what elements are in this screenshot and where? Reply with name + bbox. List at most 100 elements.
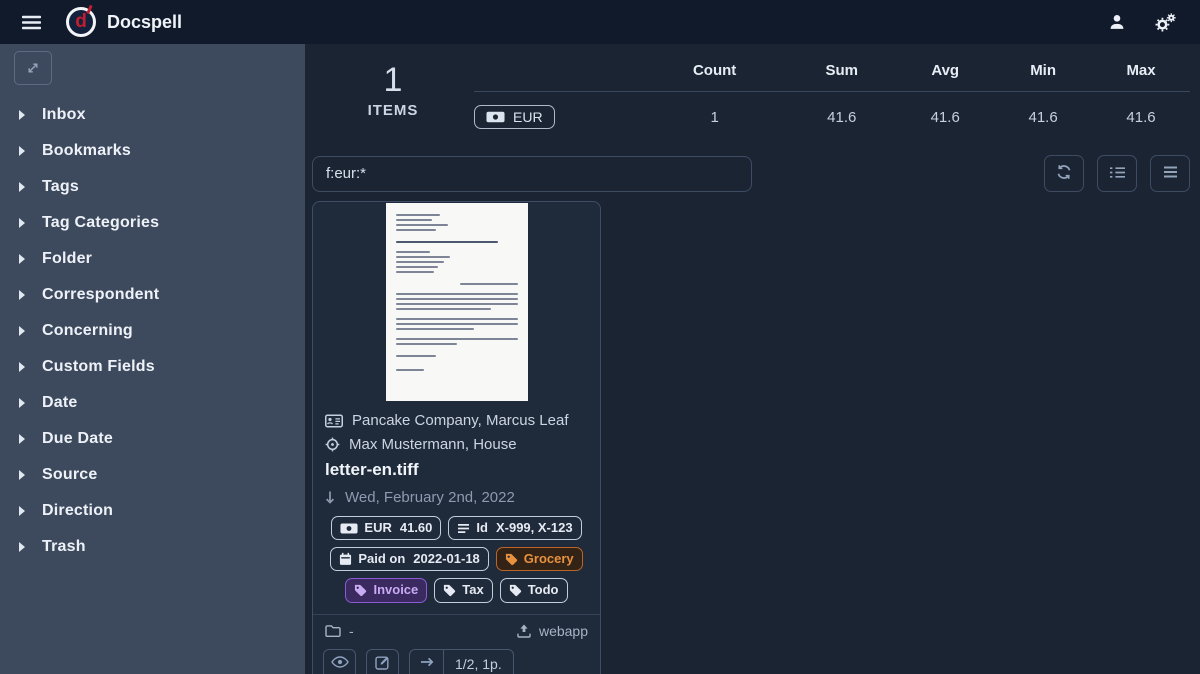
tag-badge-todo[interactable]: Todo xyxy=(500,578,568,602)
expand-sidebar-button[interactable] xyxy=(14,51,52,85)
items-count-number: 1 xyxy=(312,62,474,99)
stats-value-row: EUR 141.641.641.641.6 xyxy=(474,92,1190,143)
amount-badge[interactable]: EUR 41.60 xyxy=(331,516,441,540)
stats-header-min: Min xyxy=(994,54,1092,92)
source-value: webapp xyxy=(539,623,588,639)
tag-icon xyxy=(443,584,456,597)
sidebar-item-bookmarks[interactable]: Bookmarks xyxy=(0,133,305,169)
sidebar-item-correspondent[interactable]: Correspondent xyxy=(0,277,305,313)
sidebar-item-custom-fields[interactable]: Custom Fields xyxy=(0,349,305,385)
item-card-body: Pancake Company, Marcus Leaf Max Musterm… xyxy=(313,402,600,614)
toolbar-buttons xyxy=(1044,155,1190,192)
user-icon[interactable] xyxy=(1109,13,1125,32)
refresh-button[interactable] xyxy=(1044,155,1084,192)
eye-icon xyxy=(331,656,349,671)
page-indicator: 1/2, 1p. xyxy=(444,650,513,674)
badge-label: Tax xyxy=(462,581,483,599)
tag-badge-tax[interactable]: Tax xyxy=(434,578,492,602)
app-logo[interactable]: d Docspell xyxy=(66,7,182,37)
search-input[interactable] xyxy=(312,156,752,192)
banknote-icon xyxy=(486,111,505,123)
app-title: Docspell xyxy=(107,12,182,33)
caret-right-icon xyxy=(19,434,25,444)
tag-icon xyxy=(354,584,367,597)
stats-table: CountSumAvgMinMax EUR xyxy=(474,54,1190,142)
document-thumbnail xyxy=(386,203,528,401)
badge-label: Id xyxy=(476,519,488,537)
stats-header-currency xyxy=(474,54,642,92)
caret-right-icon xyxy=(19,146,25,156)
menu-bars-button[interactable] xyxy=(1150,155,1190,192)
app-shell: InboxBookmarksTagsTag CategoriesFolderCo… xyxy=(0,44,1200,674)
badge-label: Todo xyxy=(528,581,559,599)
paid-date-badge[interactable]: Paid on2022-01-18 xyxy=(330,547,488,571)
sidebar-item-label: Direction xyxy=(42,502,113,520)
sidebar-item-label: Date xyxy=(42,394,77,412)
next-page-button[interactable] xyxy=(410,650,444,674)
caret-right-icon xyxy=(19,326,25,336)
select-mode-button[interactable] xyxy=(1097,155,1137,192)
docspell-logo-icon: d xyxy=(66,7,96,37)
edit-button[interactable] xyxy=(366,649,399,674)
folder-icon xyxy=(325,624,341,637)
sidebar-item-inbox[interactable]: Inbox xyxy=(0,97,305,133)
badge-value: 41.60 xyxy=(400,519,433,537)
sidebar-item-due-date[interactable]: Due Date xyxy=(0,421,305,457)
stats-value-max: 41.6 xyxy=(1092,92,1190,143)
items-count-label: ITEMS xyxy=(312,102,474,119)
sidebar-item-label: Bookmarks xyxy=(42,142,131,160)
item-preview[interactable] xyxy=(313,202,600,402)
sidebar: InboxBookmarksTagsTag CategoriesFolderCo… xyxy=(0,44,305,674)
sidebar-item-source[interactable]: Source xyxy=(0,457,305,493)
stats-value-count: 1 xyxy=(642,92,787,143)
refresh-icon xyxy=(1056,164,1072,183)
item-card-footer: - webapp xyxy=(313,614,600,674)
folder-source-row: - webapp xyxy=(313,615,600,645)
caret-right-icon xyxy=(19,398,25,408)
sidebar-item-concerning[interactable]: Concerning xyxy=(0,313,305,349)
tag-icon xyxy=(509,584,522,597)
sidebar-item-label: Concerning xyxy=(42,322,133,340)
stats-value-sum: 41.6 xyxy=(787,92,896,143)
view-button[interactable] xyxy=(323,649,356,674)
caret-right-icon xyxy=(19,506,25,516)
sidebar-item-direction[interactable]: Direction xyxy=(0,493,305,529)
stats-header-count: Count xyxy=(642,54,787,92)
correspondent-row: Pancake Company, Marcus Leaf xyxy=(325,412,588,429)
tag-badge-grocery[interactable]: Grocery xyxy=(496,547,583,571)
stats-header-max: Max xyxy=(1092,54,1190,92)
upload-icon xyxy=(517,624,531,638)
item-date: Wed, February 2nd, 2022 xyxy=(345,489,515,506)
menu-icon[interactable] xyxy=(14,5,48,39)
sidebar-item-label: Due Date xyxy=(42,430,113,448)
badges: EUR 41.60 Id X-999, X-123 Paid on2022-01-18 G… xyxy=(325,516,588,603)
sidebar-item-date[interactable]: Date xyxy=(0,385,305,421)
caret-right-icon xyxy=(19,218,25,228)
badge-label: EUR xyxy=(364,519,391,537)
id-badge[interactable]: Id X-999, X-123 xyxy=(448,516,581,540)
item-date-row: Wed, February 2nd, 2022 xyxy=(325,489,588,506)
sidebar-item-tags[interactable]: Tags xyxy=(0,169,305,205)
sidebar-item-label: Tag Categories xyxy=(42,214,159,232)
badge-value: X-999, X-123 xyxy=(496,519,573,537)
sidebar-item-trash[interactable]: Trash xyxy=(0,529,305,565)
stats-header-sum: Sum xyxy=(787,54,896,92)
badge-row: Paid on2022-01-18 Grocery xyxy=(325,547,588,571)
pager: 1/2, 1p. xyxy=(409,649,514,674)
address-card-icon xyxy=(325,414,343,428)
sidebar-item-tag-categories[interactable]: Tag Categories xyxy=(0,205,305,241)
top-navbar: d Docspell xyxy=(0,0,1200,44)
sidebar-item-label: Custom Fields xyxy=(42,358,155,376)
gears-icon[interactable] xyxy=(1153,13,1176,32)
caret-right-icon xyxy=(19,110,25,120)
caret-right-icon xyxy=(19,182,25,192)
tag-badge-invoice[interactable]: Invoice xyxy=(345,578,427,602)
arrow-down-icon xyxy=(325,490,335,505)
caret-right-icon xyxy=(19,470,25,480)
crosshair-icon xyxy=(325,437,340,452)
menu-bars-icon xyxy=(1163,166,1178,181)
main-content: 1 ITEMS CountSumAvgMinMax xyxy=(305,44,1200,674)
sidebar-item-folder[interactable]: Folder xyxy=(0,241,305,277)
item-title: letter-en.tiff xyxy=(325,460,588,480)
calendar-icon xyxy=(339,552,352,566)
